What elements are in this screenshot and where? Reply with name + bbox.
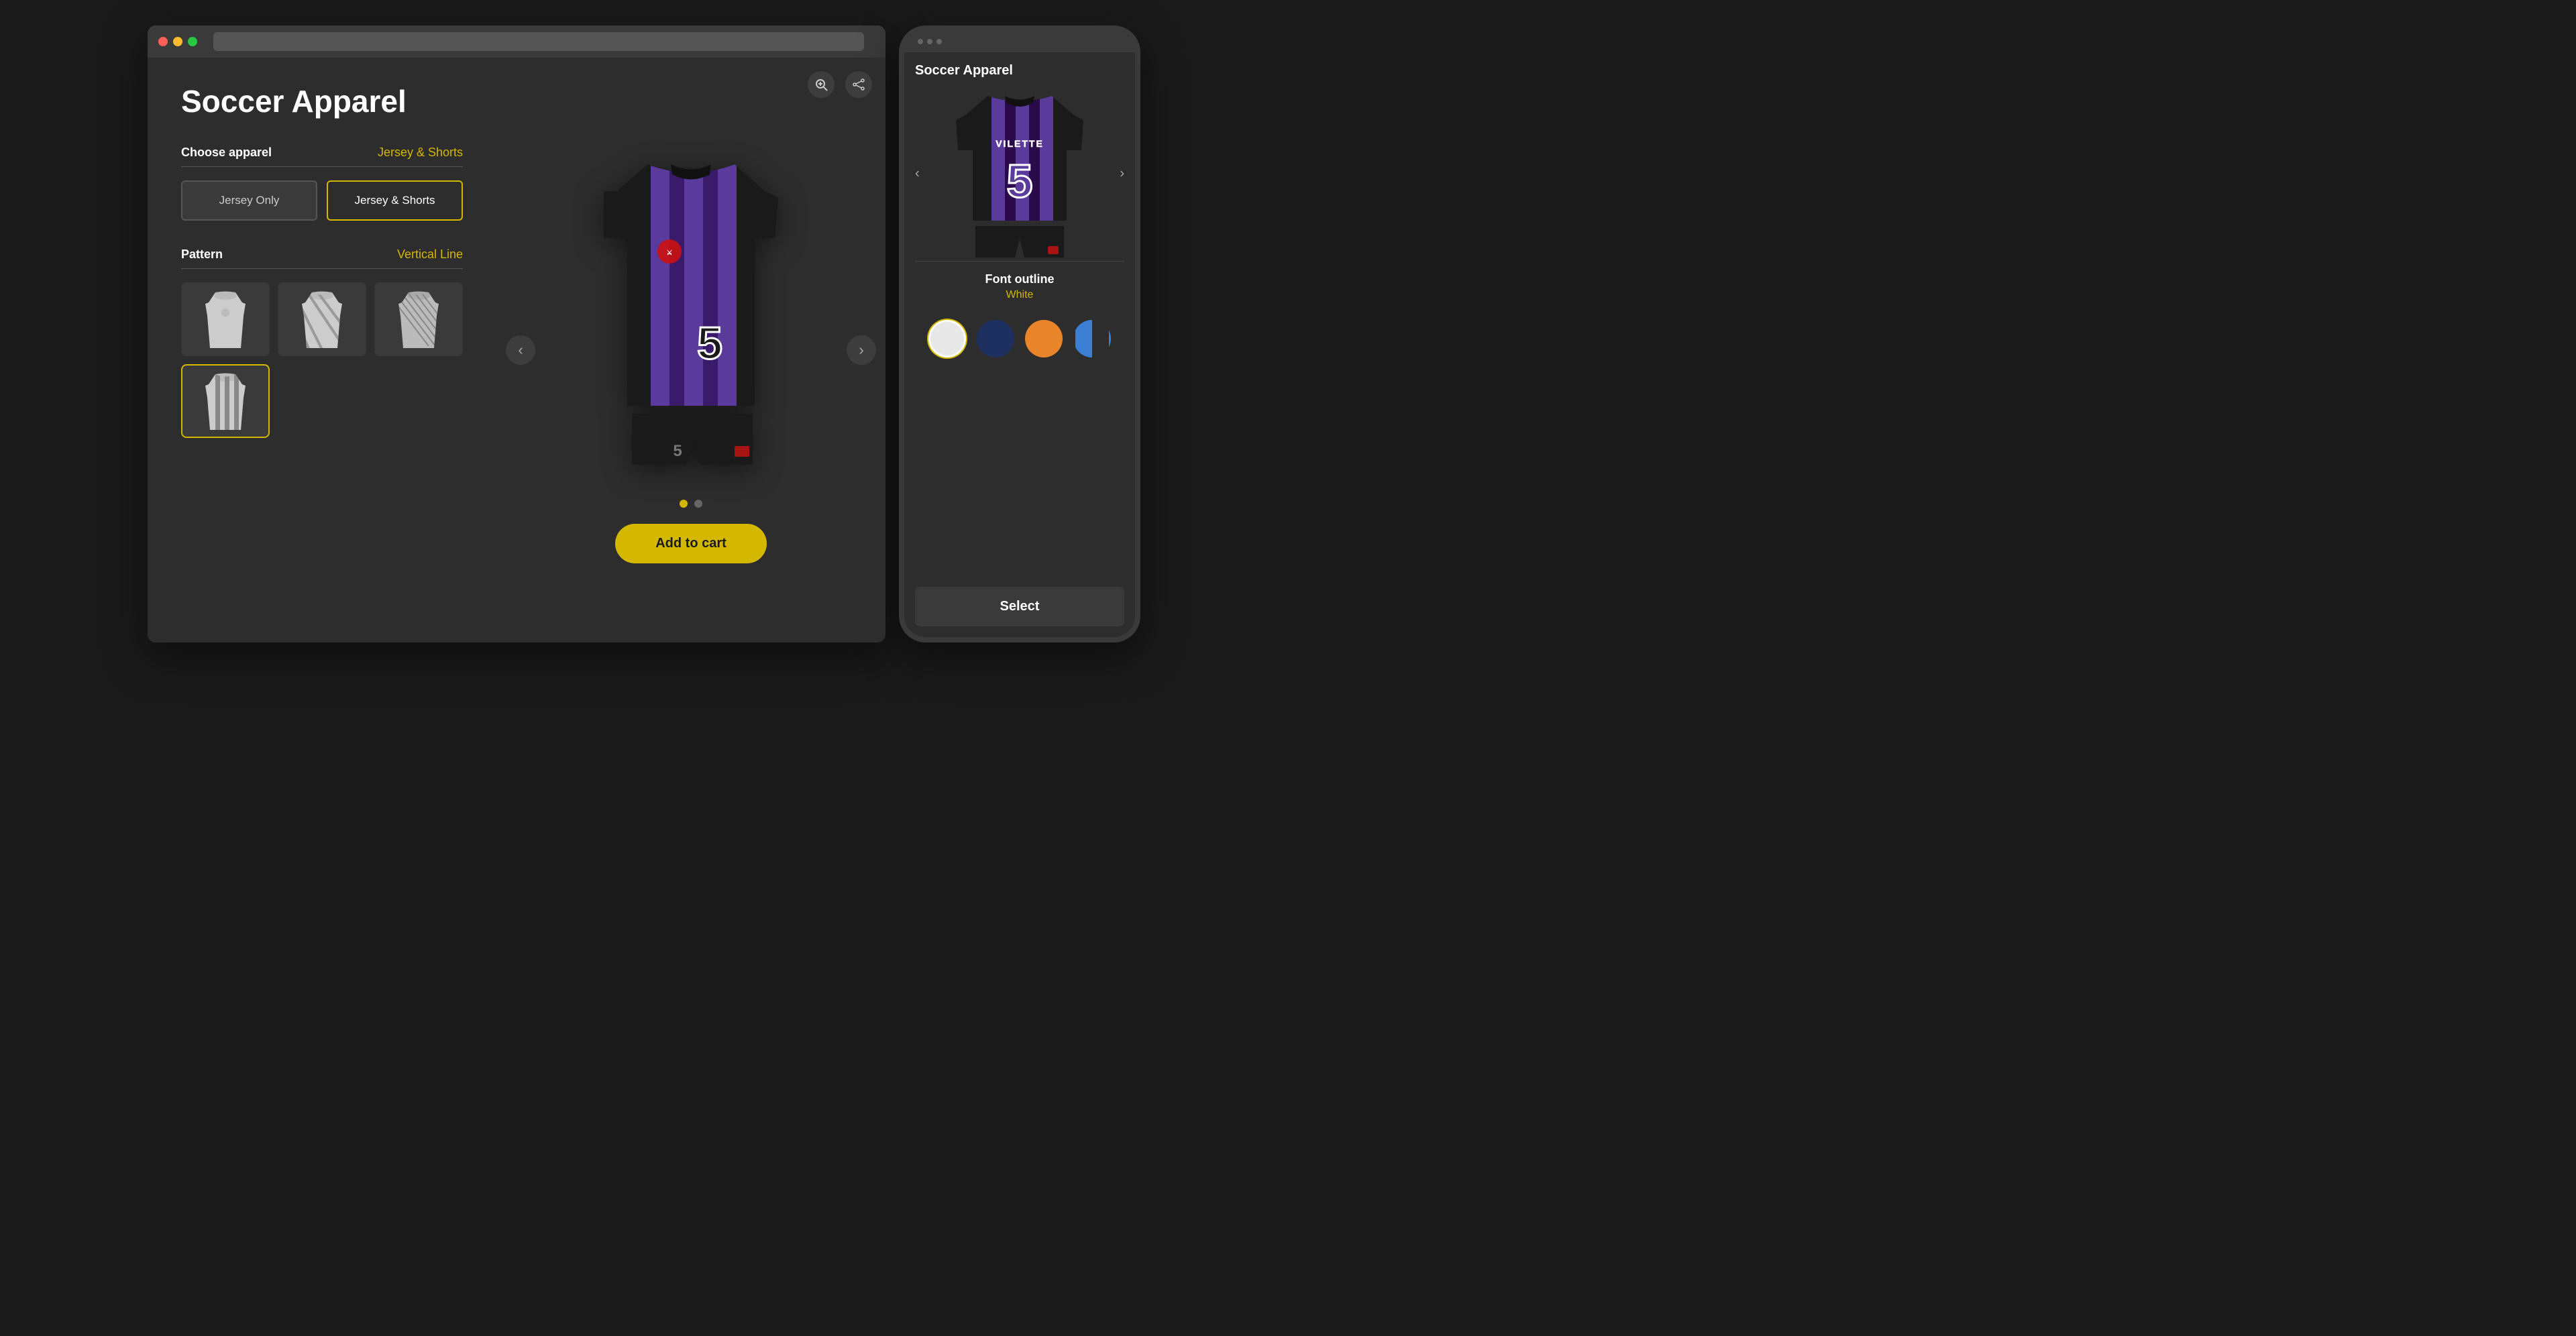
add-to-cart-button[interactable]: Add to cart [615, 524, 767, 563]
color-blue-partial[interactable] [1073, 320, 1111, 357]
apparel-label: Choose apparel [181, 146, 272, 160]
pattern-diagonal-stripes[interactable] [278, 282, 366, 356]
preview-nav-right[interactable]: › [847, 335, 876, 365]
jersey-shorts-button[interactable]: Jersey & Shorts [327, 180, 463, 221]
mobile-status-dots [918, 39, 942, 44]
browser-window: Soccer Apparel Choose apparel Jersey & S… [148, 25, 885, 643]
pattern-section-header: Pattern Vertical Line [181, 247, 463, 269]
mobile-nav-right[interactable]: › [1120, 166, 1124, 182]
apparel-section-header: Choose apparel Jersey & Shorts [181, 146, 463, 167]
mobile-font-label: Font outline [915, 272, 1124, 286]
mobile-window: Soccer Apparel ‹ [899, 25, 1140, 643]
pattern-selected-value: Vertical Line [397, 247, 463, 262]
mobile-jersey-preview: ‹ [915, 87, 1124, 261]
apparel-selected-value: Jersey & Shorts [378, 146, 463, 160]
jersey-only-button[interactable]: Jersey Only [181, 180, 317, 221]
preview-area: ‹ [496, 58, 885, 643]
mobile-dot-1 [918, 39, 923, 44]
mobile-dot-2 [927, 39, 932, 44]
browser-minimize-dot[interactable] [173, 37, 182, 46]
mobile-dot-3 [936, 39, 942, 44]
color-white[interactable] [928, 320, 966, 357]
svg-text:VILETTE: VILETTE [996, 138, 1044, 149]
carousel-dots [680, 500, 702, 508]
svg-text:5: 5 [1007, 155, 1033, 207]
svg-text:5: 5 [697, 318, 722, 369]
carousel-dot-1[interactable] [680, 500, 688, 508]
mobile-font-section: Font outline White [915, 261, 1124, 309]
browser-content: Soccer Apparel Choose apparel Jersey & S… [148, 58, 885, 643]
jersey-preview: ⚔ 5 5 [577, 137, 805, 486]
browser-address-bar[interactable] [213, 32, 864, 51]
pattern-diagonal-lines[interactable] [374, 282, 463, 356]
preview-icons [808, 71, 872, 98]
svg-text:5: 5 [673, 442, 682, 460]
mobile-page-title: Soccer Apparel [915, 63, 1124, 78]
zoom-icon[interactable] [808, 71, 835, 98]
page-title: Soccer Apparel [181, 85, 463, 119]
pattern-grid [181, 282, 463, 438]
preview-nav-left[interactable]: ‹ [506, 335, 535, 365]
browser-titlebar [148, 25, 885, 58]
color-orange[interactable] [1025, 320, 1063, 357]
mobile-select-button[interactable]: Select [915, 587, 1124, 626]
carousel-dot-2[interactable] [694, 500, 702, 508]
mobile-statusbar [904, 31, 1135, 52]
apparel-buttons-group: Jersey Only Jersey & Shorts [181, 180, 463, 221]
browser-maximize-dot[interactable] [188, 37, 197, 46]
pattern-label: Pattern [181, 247, 223, 262]
svg-text:⚔: ⚔ [667, 249, 673, 257]
mobile-nav-left[interactable]: ‹ [915, 166, 920, 182]
pattern-plain[interactable] [181, 282, 270, 356]
color-navy[interactable] [977, 320, 1014, 357]
mobile-font-value: White [915, 289, 1124, 301]
browser-close-dot[interactable] [158, 37, 168, 46]
left-panel: Soccer Apparel Choose apparel Jersey & S… [148, 58, 496, 643]
share-icon[interactable] [845, 71, 872, 98]
mobile-content: Soccer Apparel ‹ [904, 52, 1135, 637]
color-options [915, 309, 1124, 368]
pattern-vertical-stripes[interactable] [181, 364, 270, 438]
